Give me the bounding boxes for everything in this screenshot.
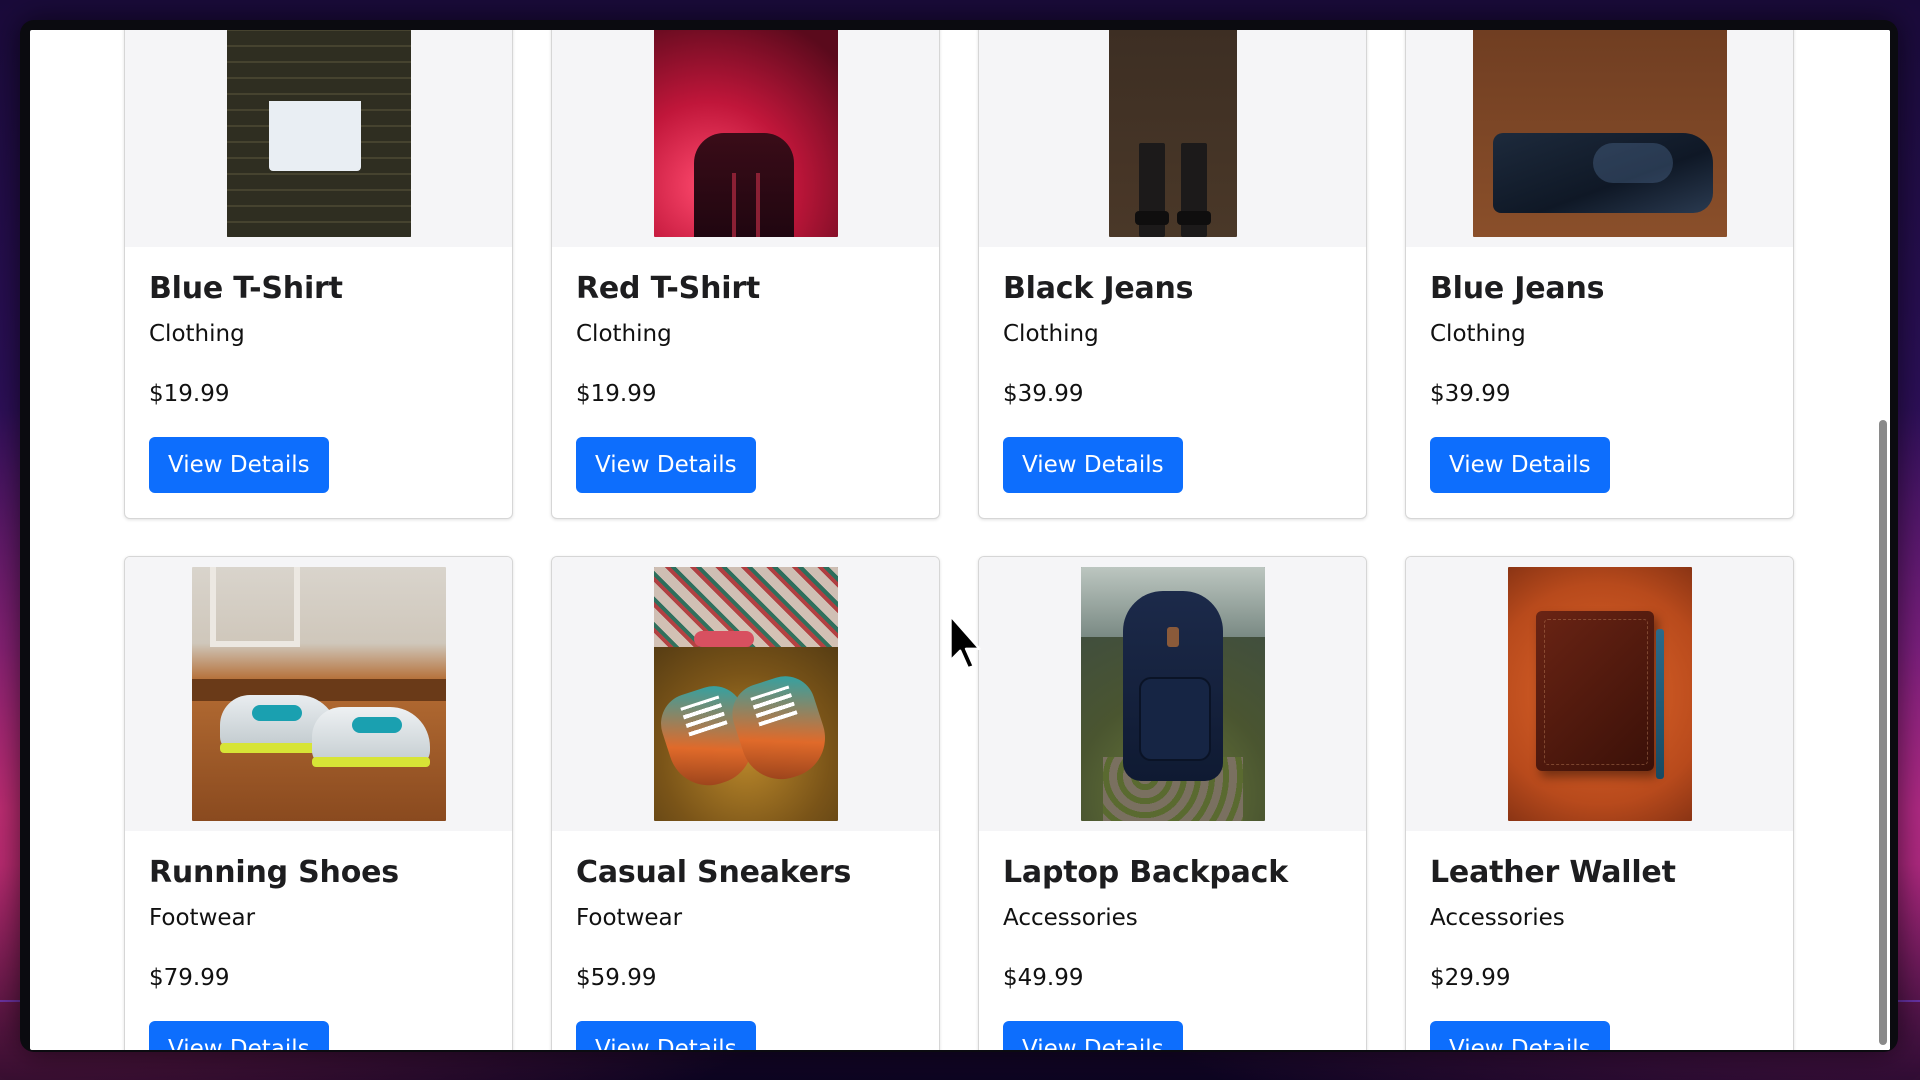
- view-details-button[interactable]: View Details: [1003, 1021, 1183, 1050]
- laptop-backpack-image: [1080, 567, 1265, 821]
- product-price: $79.99: [149, 965, 230, 991]
- product-name: Black Jeans: [1003, 271, 1194, 306]
- browser-window: Blue T-Shirt Clothing $19.99 View Detail…: [20, 20, 1898, 1052]
- product-grid: Blue T-Shirt Clothing $19.99 View Detail…: [124, 30, 1796, 1050]
- view-details-button[interactable]: View Details: [576, 1021, 756, 1050]
- view-details-button[interactable]: View Details: [1003, 437, 1183, 493]
- black-jeans-image: [1108, 30, 1237, 237]
- product-price: $39.99: [1430, 381, 1511, 407]
- product-price: $39.99: [1003, 381, 1084, 407]
- product-card: Blue Jeans Clothing $39.99 View Details: [1405, 30, 1794, 519]
- page-viewport[interactable]: Blue T-Shirt Clothing $19.99 View Detail…: [30, 30, 1890, 1050]
- product-card: Black Jeans Clothing $39.99 View Details: [978, 30, 1367, 519]
- product-category: Footwear: [576, 905, 683, 931]
- product-price: $59.99: [576, 965, 657, 991]
- red-tshirt-image: [653, 30, 838, 237]
- product-price: $19.99: [149, 381, 230, 407]
- product-name: Casual Sneakers: [576, 855, 852, 890]
- product-card: Running Shoes Footwear $79.99 View Detai…: [124, 556, 513, 1050]
- product-category: Accessories: [1430, 905, 1565, 931]
- product-image-area: [1406, 557, 1793, 831]
- casual-sneakers-image: [653, 567, 838, 821]
- view-details-button[interactable]: View Details: [149, 437, 329, 493]
- view-details-button[interactable]: View Details: [149, 1021, 329, 1050]
- product-name: Red T-Shirt: [576, 271, 761, 306]
- product-image-area: [979, 557, 1366, 831]
- product-name: Laptop Backpack: [1003, 855, 1289, 890]
- product-price: $19.99: [576, 381, 657, 407]
- running-shoes-image: [191, 567, 446, 821]
- blue-tshirt-image: [226, 30, 411, 237]
- scrollbar-thumb[interactable]: [1879, 420, 1887, 1045]
- product-name: Blue Jeans: [1430, 271, 1605, 306]
- product-image-area: [1406, 30, 1793, 247]
- product-price: $49.99: [1003, 965, 1084, 991]
- product-card: Laptop Backpack Accessories $49.99 View …: [978, 556, 1367, 1050]
- view-details-button[interactable]: View Details: [1430, 1021, 1610, 1050]
- product-card: Red T-Shirt Clothing $19.99 View Details: [551, 30, 940, 519]
- product-image-area: [125, 30, 512, 247]
- product-category: Accessories: [1003, 905, 1138, 931]
- arrow-cursor-icon: [949, 614, 981, 670]
- product-price: $29.99: [1430, 965, 1511, 991]
- vertical-scrollbar[interactable]: [1876, 30, 1890, 1050]
- product-name: Running Shoes: [149, 855, 399, 890]
- product-category: Clothing: [1430, 321, 1526, 347]
- product-card: Leather Wallet Accessories $29.99 View D…: [1405, 556, 1794, 1050]
- blue-jeans-image: [1472, 30, 1727, 237]
- product-category: Footwear: [149, 905, 256, 931]
- product-image-area: [125, 557, 512, 831]
- product-name: Leather Wallet: [1430, 855, 1676, 890]
- product-image-area: [979, 30, 1366, 247]
- product-category: Clothing: [576, 321, 672, 347]
- product-category: Clothing: [149, 321, 245, 347]
- product-name: Blue T-Shirt: [149, 271, 343, 306]
- view-details-button[interactable]: View Details: [1430, 437, 1610, 493]
- view-details-button[interactable]: View Details: [576, 437, 756, 493]
- product-image-area: [552, 30, 939, 247]
- product-image-area: [552, 557, 939, 831]
- product-card: Blue T-Shirt Clothing $19.99 View Detail…: [124, 30, 513, 519]
- product-category: Clothing: [1003, 321, 1099, 347]
- leather-wallet-image: [1507, 567, 1692, 821]
- product-card: Casual Sneakers Footwear $59.99 View Det…: [551, 556, 940, 1050]
